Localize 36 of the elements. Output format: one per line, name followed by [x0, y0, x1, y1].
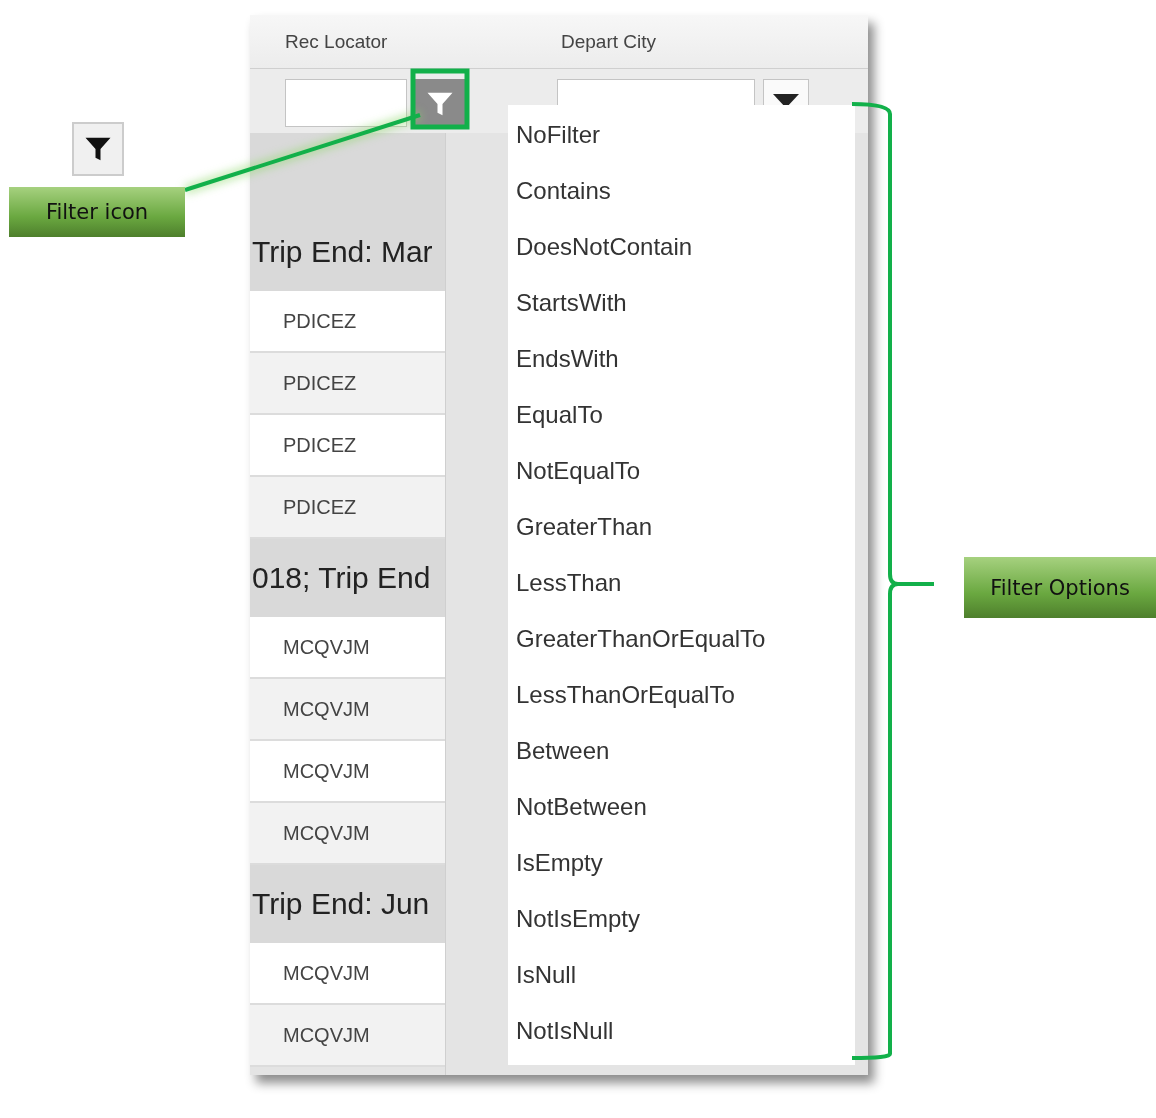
- group-title: Trip End: Mar: [252, 235, 433, 269]
- menu-item[interactable]: StartsWith: [508, 275, 855, 331]
- menu-item[interactable]: IsEmpty: [508, 835, 855, 891]
- group-title: Trip End: Jun: [252, 887, 430, 921]
- menu-item[interactable]: DoesNotContain: [508, 219, 855, 275]
- table-cell: MCQVJM: [283, 961, 370, 985]
- menu-item[interactable]: GreaterThanOrEqualTo: [508, 611, 855, 667]
- menu-item[interactable]: NotBetween: [508, 779, 855, 835]
- column-header: Depart City: [560, 30, 658, 53]
- table-cell: PDICEZ: [283, 371, 357, 395]
- menu-item[interactable]: GreaterThan: [508, 499, 855, 555]
- menu-item[interactable]: Contains: [508, 163, 855, 219]
- menu-item[interactable]: LessThan: [508, 555, 855, 611]
- table-cell: MCQVJM: [283, 759, 370, 783]
- menu-item[interactable]: Between: [508, 723, 855, 779]
- filter-field[interactable]: [285, 79, 407, 127]
- table-cell: MCQVJM: [283, 635, 370, 659]
- table-cell: MCQVJM: [283, 697, 370, 721]
- menu-item[interactable]: EndsWith: [508, 331, 855, 387]
- menu-item[interactable]: NotIsEmpty: [508, 891, 855, 947]
- column-header: Rec Locator: [284, 30, 389, 53]
- callout-label: Filter icon: [9, 187, 185, 237]
- table-cell: PDICEZ: [283, 309, 357, 333]
- table-cell: PDICEZ: [283, 495, 357, 519]
- table-cell: PDICEZ: [283, 433, 357, 457]
- menu-item[interactable]: EqualTo: [508, 387, 855, 443]
- menu-item[interactable]: NotEqualTo: [508, 443, 855, 499]
- callout-label: Filter Options: [964, 557, 1156, 618]
- table-cell: MCQVJM: [283, 1023, 370, 1047]
- table-cell: MCQVJM: [283, 821, 370, 845]
- menu-item[interactable]: LessThanOrEqualTo: [508, 667, 855, 723]
- group-title: 018; Trip End: [252, 561, 431, 595]
- caret-icon: [773, 94, 799, 108]
- menu-item[interactable]: NoFilter: [508, 107, 855, 163]
- menu-item[interactable]: NotIsNull: [508, 1003, 855, 1059]
- menu-item[interactable]: IsNull: [508, 947, 855, 1003]
